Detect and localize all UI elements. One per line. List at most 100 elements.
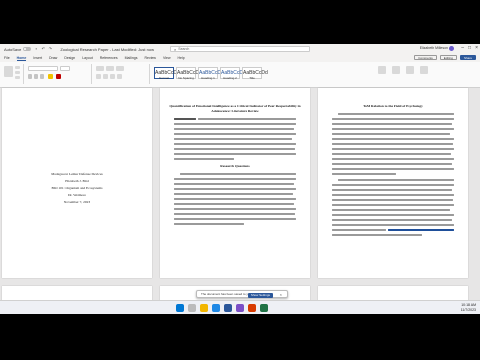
text-line [174, 143, 296, 145]
search-icon[interactable] [188, 304, 196, 312]
undo-icon[interactable]: ↶ [41, 47, 45, 51]
bullets-icon[interactable] [96, 66, 104, 71]
text-line [332, 194, 454, 196]
style-label: Heading 1 [201, 76, 215, 80]
save-icon[interactable]: ▪ [34, 47, 38, 51]
text-line [332, 143, 453, 145]
close-icon[interactable]: × [475, 45, 478, 51]
document-canvas[interactable]: Madagascar Lemur Defense Devices Elizabe… [0, 88, 480, 314]
editing-button[interactable]: Editing [439, 55, 457, 60]
cut-icon[interactable] [15, 66, 20, 69]
cover-instructor: Dr. Wetmore [68, 193, 86, 197]
text-line [332, 229, 386, 231]
comments-button[interactable]: Comments [414, 55, 437, 60]
teams-icon[interactable] [236, 304, 244, 312]
avatar[interactable] [449, 46, 454, 51]
italic-icon[interactable] [34, 74, 38, 79]
toast-action-button[interactable]: Show Settings [247, 292, 273, 298]
system-tray-clock[interactable]: 10:18 AM 11/7/2023 [461, 303, 476, 312]
autosave-toggle[interactable] [23, 47, 32, 51]
justify-icon[interactable] [117, 74, 122, 79]
tab-review[interactable]: Review [144, 56, 155, 60]
excel-icon[interactable] [260, 304, 268, 312]
text-line [174, 178, 296, 180]
text-line [332, 224, 454, 226]
ribbon-tabs: File Home Insert Draw Design Layout Refe… [0, 54, 480, 62]
underline-icon[interactable] [40, 74, 44, 79]
text-line [198, 118, 296, 120]
bold-icon[interactable] [28, 74, 32, 79]
text-line [174, 153, 296, 155]
tab-draw[interactable]: Draw [49, 56, 57, 60]
style-no-spacing[interactable]: AaBbCcDd No Spacing [176, 67, 202, 80]
user-name[interactable]: Elizabeth Milleson [420, 46, 448, 50]
text-line [174, 223, 244, 225]
edge-icon[interactable] [212, 304, 220, 312]
minimize-icon[interactable]: – [461, 45, 464, 51]
tab-file[interactable]: File [4, 56, 10, 60]
tab-mailings[interactable]: Mailings [125, 56, 138, 60]
text-line [332, 234, 422, 236]
text-line [332, 209, 450, 211]
hyperlink-line[interactable] [388, 229, 454, 231]
document-title: Zoological Research Paper - Last Modifie… [60, 46, 154, 52]
text-line [174, 138, 292, 140]
style-heading-2[interactable]: AaBbCcDd Heading 2 [220, 67, 246, 80]
editor-icon[interactable] [406, 66, 414, 74]
maximize-icon[interactable]: □ [468, 45, 471, 51]
style-normal[interactable]: AaBbCcDd Normal [154, 67, 180, 80]
text-line [338, 179, 454, 181]
autosave-control[interactable]: AutoSave [4, 46, 32, 52]
font-name-select[interactable] [28, 66, 58, 71]
tab-help[interactable]: Help [178, 56, 185, 60]
clipboard-group [2, 64, 24, 84]
windows-start-icon[interactable] [176, 304, 184, 312]
numbering-icon[interactable] [106, 66, 114, 71]
tab-design[interactable]: Design [64, 56, 75, 60]
text-line [332, 199, 453, 201]
autosave-label: AutoSave [4, 46, 22, 52]
find-icon[interactable] [378, 66, 386, 74]
cover-author: Elizabeth J. Bird [65, 179, 89, 183]
style-label: Title [249, 76, 255, 80]
taskbar: 10:18 AM 11/7/2023 [0, 300, 480, 314]
file-explorer-icon[interactable] [200, 304, 208, 312]
font-group [26, 64, 92, 84]
style-title[interactable]: AaBbCcDd Title [242, 67, 268, 80]
search-box[interactable]: ⌕ Search [170, 46, 310, 52]
style-heading-1[interactable]: AaBbCcDd Heading 1 [198, 67, 224, 80]
text-line [180, 173, 296, 175]
align-right-icon[interactable] [110, 74, 115, 79]
highlight-icon[interactable] [48, 74, 53, 79]
word-icon[interactable] [224, 304, 232, 312]
tab-home[interactable]: Home [16, 56, 27, 61]
ribbon-actions: Comments Editing Share [414, 55, 476, 60]
tab-insert[interactable]: Insert [33, 56, 42, 60]
redo-icon[interactable]: ↷ [48, 47, 52, 51]
text-line [332, 189, 452, 191]
powerpoint-icon[interactable] [248, 304, 256, 312]
format-painter-icon[interactable] [15, 76, 20, 79]
cover-page[interactable]: Madagascar Lemur Defense Devices Elizabe… [2, 88, 152, 278]
tab-layout[interactable]: Layout [82, 56, 93, 60]
multilevel-list-icon[interactable] [116, 66, 124, 71]
text-line [174, 203, 294, 205]
tom-relation-heading: ToM Relation to the Field of Psychology [363, 104, 423, 108]
share-button[interactable]: Share [459, 55, 476, 60]
align-left-icon[interactable] [96, 74, 101, 79]
dictate-icon[interactable] [392, 66, 400, 74]
paste-icon[interactable] [4, 66, 13, 77]
tab-references[interactable]: References [100, 56, 118, 60]
close-icon[interactable]: × [280, 292, 282, 297]
font-color-icon[interactable] [56, 74, 61, 79]
page-3[interactable]: ToM Relation to the Field of Psychology [318, 88, 468, 278]
align-center-icon[interactable] [103, 74, 108, 79]
title-bar: AutoSave ▪ ↶ ↷ Zoological Research Paper… [0, 44, 480, 54]
text-line [174, 208, 296, 210]
font-size-select[interactable] [60, 66, 70, 71]
page-2[interactable]: Quantification of Emotional Intelligence… [160, 88, 310, 278]
tab-view[interactable]: View [163, 56, 171, 60]
text-line [332, 219, 452, 221]
copy-icon[interactable] [15, 71, 20, 74]
addins-icon[interactable] [420, 66, 428, 74]
